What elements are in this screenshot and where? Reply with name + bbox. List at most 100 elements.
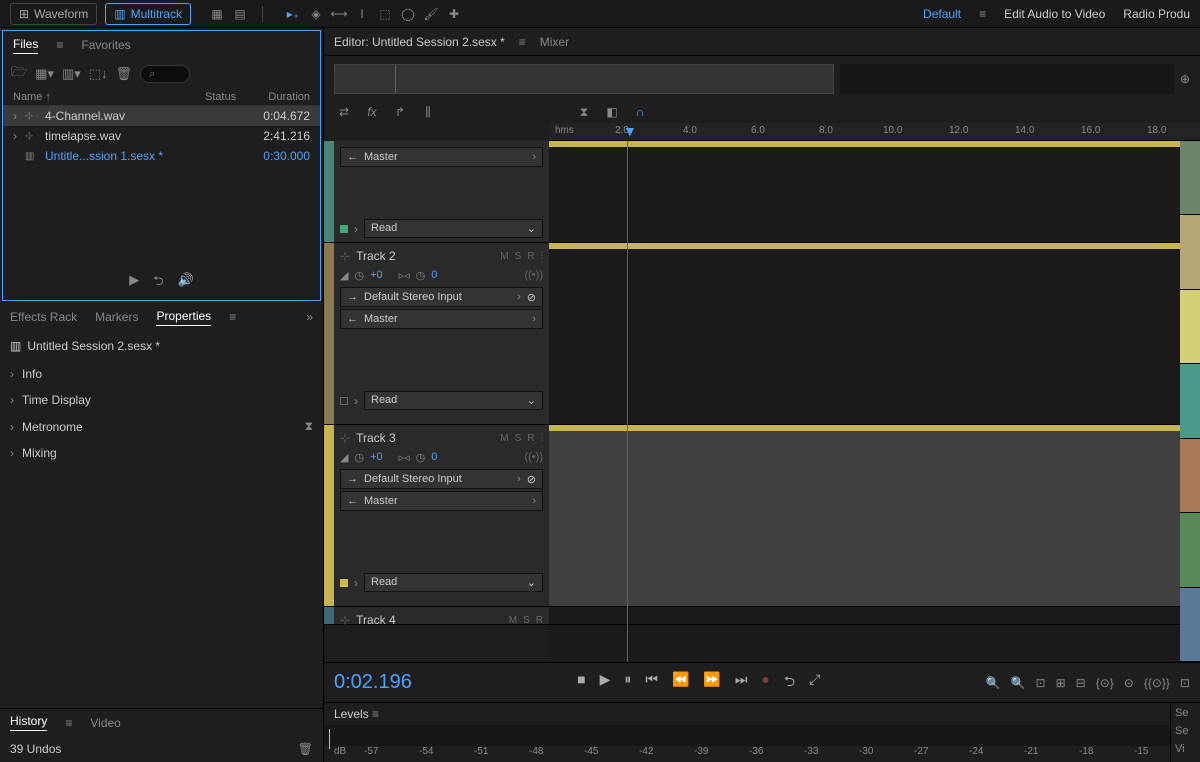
search-input[interactable] bbox=[140, 65, 190, 83]
files-menu-icon[interactable]: ≡ bbox=[56, 38, 63, 52]
move-tool-icon[interactable]: ▸₊ bbox=[283, 4, 303, 24]
spectral-pitch-icon[interactable]: ▤ bbox=[230, 4, 250, 24]
mute-button[interactable]: M bbox=[500, 251, 508, 262]
record-arm-button[interactable]: R bbox=[527, 433, 534, 444]
properties-menu-icon[interactable]: ≡ bbox=[229, 310, 236, 324]
fast-forward-button[interactable]: ⏩ bbox=[703, 671, 720, 695]
go-to-start-button[interactable]: ⏮ bbox=[645, 671, 658, 695]
zoom-in-icon[interactable]: 🔍 bbox=[986, 676, 1001, 690]
automation-indicator[interactable] bbox=[340, 397, 348, 405]
column-duration[interactable]: Duration bbox=[250, 91, 310, 103]
phase-icon[interactable]: ⊘ bbox=[527, 291, 536, 304]
skip-selection-button[interactable]: ⤢ bbox=[809, 671, 820, 695]
play-button[interactable]: ▶ bbox=[600, 671, 611, 695]
snap-icon[interactable]: ◧ bbox=[602, 102, 622, 122]
new-file-icon[interactable]: ▦▾ bbox=[35, 66, 54, 82]
monitor-button[interactable]: ⫶ bbox=[541, 433, 544, 444]
chevron-right-icon[interactable]: › bbox=[532, 151, 536, 163]
track-name[interactable]: Track 3 bbox=[356, 431, 494, 445]
pan-dial-icon[interactable]: ◷ bbox=[416, 269, 426, 282]
multitrack-mode-button[interactable]: ▥ Multitrack bbox=[105, 3, 191, 25]
slip-tool-icon[interactable]: ⟷ bbox=[329, 4, 349, 24]
levels-menu-icon[interactable]: ≡ bbox=[372, 707, 379, 721]
zoom-selection-icon[interactable]: ⊞ bbox=[1056, 676, 1066, 690]
pause-button[interactable]: ⏸ bbox=[624, 671, 631, 695]
input-route[interactable]: →Default Stereo Input›⊘ bbox=[340, 287, 543, 307]
history-menu-icon[interactable]: ≡ bbox=[65, 716, 72, 730]
pan-value[interactable]: 0 bbox=[431, 269, 437, 281]
import-icon[interactable]: ▥▾ bbox=[62, 66, 81, 82]
pan-dial-icon[interactable]: ◷ bbox=[416, 451, 426, 464]
sends-icon[interactable]: ↱ bbox=[390, 102, 410, 122]
chevron-right-icon[interactable]: › bbox=[532, 495, 536, 507]
side-panel-2[interactable]: Se bbox=[1175, 725, 1196, 737]
zoom-vertical-icon[interactable]: ⊟ bbox=[1076, 676, 1086, 690]
more-tabs-icon[interactable]: » bbox=[306, 310, 313, 324]
lasso-icon[interactable]: ◯ bbox=[398, 4, 418, 24]
marquee-icon[interactable]: ⬚ bbox=[375, 4, 395, 24]
chevron-right-icon[interactable]: › bbox=[354, 576, 358, 590]
overview-bar[interactable] bbox=[334, 64, 834, 94]
phase-icon[interactable]: ⊘ bbox=[527, 473, 536, 486]
mixer-tab[interactable]: Mixer bbox=[540, 35, 569, 49]
overview-playhead[interactable] bbox=[395, 65, 396, 93]
loop-preview-icon[interactable]: ⮌ bbox=[153, 272, 163, 294]
track-header-1[interactable]: ←Master› ›Read⌄ bbox=[324, 141, 549, 243]
favorites-tab[interactable]: Favorites bbox=[81, 38, 130, 52]
brush-icon[interactable]: 🖌 bbox=[421, 4, 441, 24]
insert-icon[interactable]: ⬚↓ bbox=[89, 66, 108, 82]
automation-mode-select[interactable]: Read⌄ bbox=[364, 219, 543, 238]
overview-reset-icon[interactable]: ⊕ bbox=[1180, 72, 1190, 86]
file-row[interactable]: ▥ Untitle...ssion 1.sesx * 0:30.000 bbox=[3, 146, 320, 166]
workspace-default[interactable]: Default bbox=[923, 7, 961, 21]
chevron-right-icon[interactable]: › bbox=[532, 313, 536, 325]
solo-button[interactable]: S bbox=[515, 251, 522, 262]
zoom-fit-icon[interactable]: {⊙} bbox=[1096, 676, 1114, 690]
record-arm-button[interactable]: R bbox=[527, 251, 534, 262]
metronome-icon[interactable]: ⧗ bbox=[305, 419, 313, 434]
prop-section-mixing[interactable]: ›Mixing bbox=[0, 440, 323, 466]
record-arm-button[interactable]: R bbox=[536, 615, 543, 626]
chevron-right-icon[interactable]: › bbox=[517, 473, 521, 485]
autoplay-icon[interactable]: 🔊 bbox=[178, 272, 194, 294]
expand-icon[interactable]: › bbox=[13, 109, 25, 123]
properties-tab[interactable]: Properties bbox=[156, 309, 211, 326]
time-selection-icon[interactable]: I bbox=[352, 4, 372, 24]
workspace-edit-av[interactable]: Edit Audio to Video bbox=[1004, 7, 1105, 21]
zoom-reset-icon[interactable]: ⊡ bbox=[1036, 676, 1046, 690]
automation-mode-select[interactable]: Read⌄ bbox=[364, 391, 543, 410]
fx-icon[interactable]: fx bbox=[362, 102, 382, 122]
workspace-menu-icon[interactable]: ≡ bbox=[979, 7, 986, 21]
timecode-display[interactable]: 0:02.196 bbox=[334, 671, 412, 694]
prop-section-metronome[interactable]: ›Metronome⧗ bbox=[0, 413, 323, 440]
workspace-radio[interactable]: Radio Produ bbox=[1123, 7, 1190, 21]
eq-icon[interactable]: ⫼ bbox=[418, 102, 438, 122]
razor-tool-icon[interactable]: ◈ bbox=[306, 4, 326, 24]
playhead-return-icon[interactable]: ∩ bbox=[630, 102, 650, 122]
track-header-4[interactable]: ⊹Track 4MSR bbox=[324, 607, 549, 625]
volume-dial-icon[interactable]: ◷ bbox=[354, 269, 364, 282]
volume-dial-icon[interactable]: ◷ bbox=[354, 451, 364, 464]
time-ruler[interactable]: hms 2.0 ▼ 4.0 6.0 8.0 10.0 12.0 14.0 16.… bbox=[549, 123, 1200, 141]
history-tab[interactable]: History bbox=[10, 714, 47, 731]
editor-menu-icon[interactable]: ≡ bbox=[519, 35, 526, 49]
chevron-right-icon[interactable]: › bbox=[354, 394, 358, 408]
heal-icon[interactable]: ✚ bbox=[444, 4, 464, 24]
output-route[interactable]: ←Master› bbox=[340, 309, 543, 329]
loop-button[interactable]: ⮌ bbox=[784, 671, 795, 695]
automation-indicator[interactable] bbox=[340, 579, 348, 587]
volume-value[interactable]: +0 bbox=[370, 269, 383, 281]
track-header-3[interactable]: ⊹Track 3MSR⫶ ◢◷+0▹◃◷0((•)) →Default Ster… bbox=[324, 425, 549, 607]
monitor-button[interactable]: ⫶ bbox=[541, 251, 544, 262]
solo-button[interactable]: S bbox=[515, 433, 522, 444]
play-preview-icon[interactable]: ▶ bbox=[129, 272, 139, 294]
spectral-frequency-icon[interactable]: ▦ bbox=[207, 4, 227, 24]
open-file-icon[interactable]: 🗁 bbox=[11, 63, 27, 85]
chevron-right-icon[interactable]: › bbox=[517, 291, 521, 303]
volume-value[interactable]: +0 bbox=[370, 451, 383, 463]
stop-button[interactable]: ■ bbox=[577, 671, 585, 695]
rewind-button[interactable]: ⏪ bbox=[672, 671, 689, 695]
input-route[interactable]: →Default Stereo Input›⊘ bbox=[340, 469, 543, 489]
automation-indicator[interactable] bbox=[340, 225, 348, 233]
chevron-right-icon[interactable]: › bbox=[354, 222, 358, 236]
